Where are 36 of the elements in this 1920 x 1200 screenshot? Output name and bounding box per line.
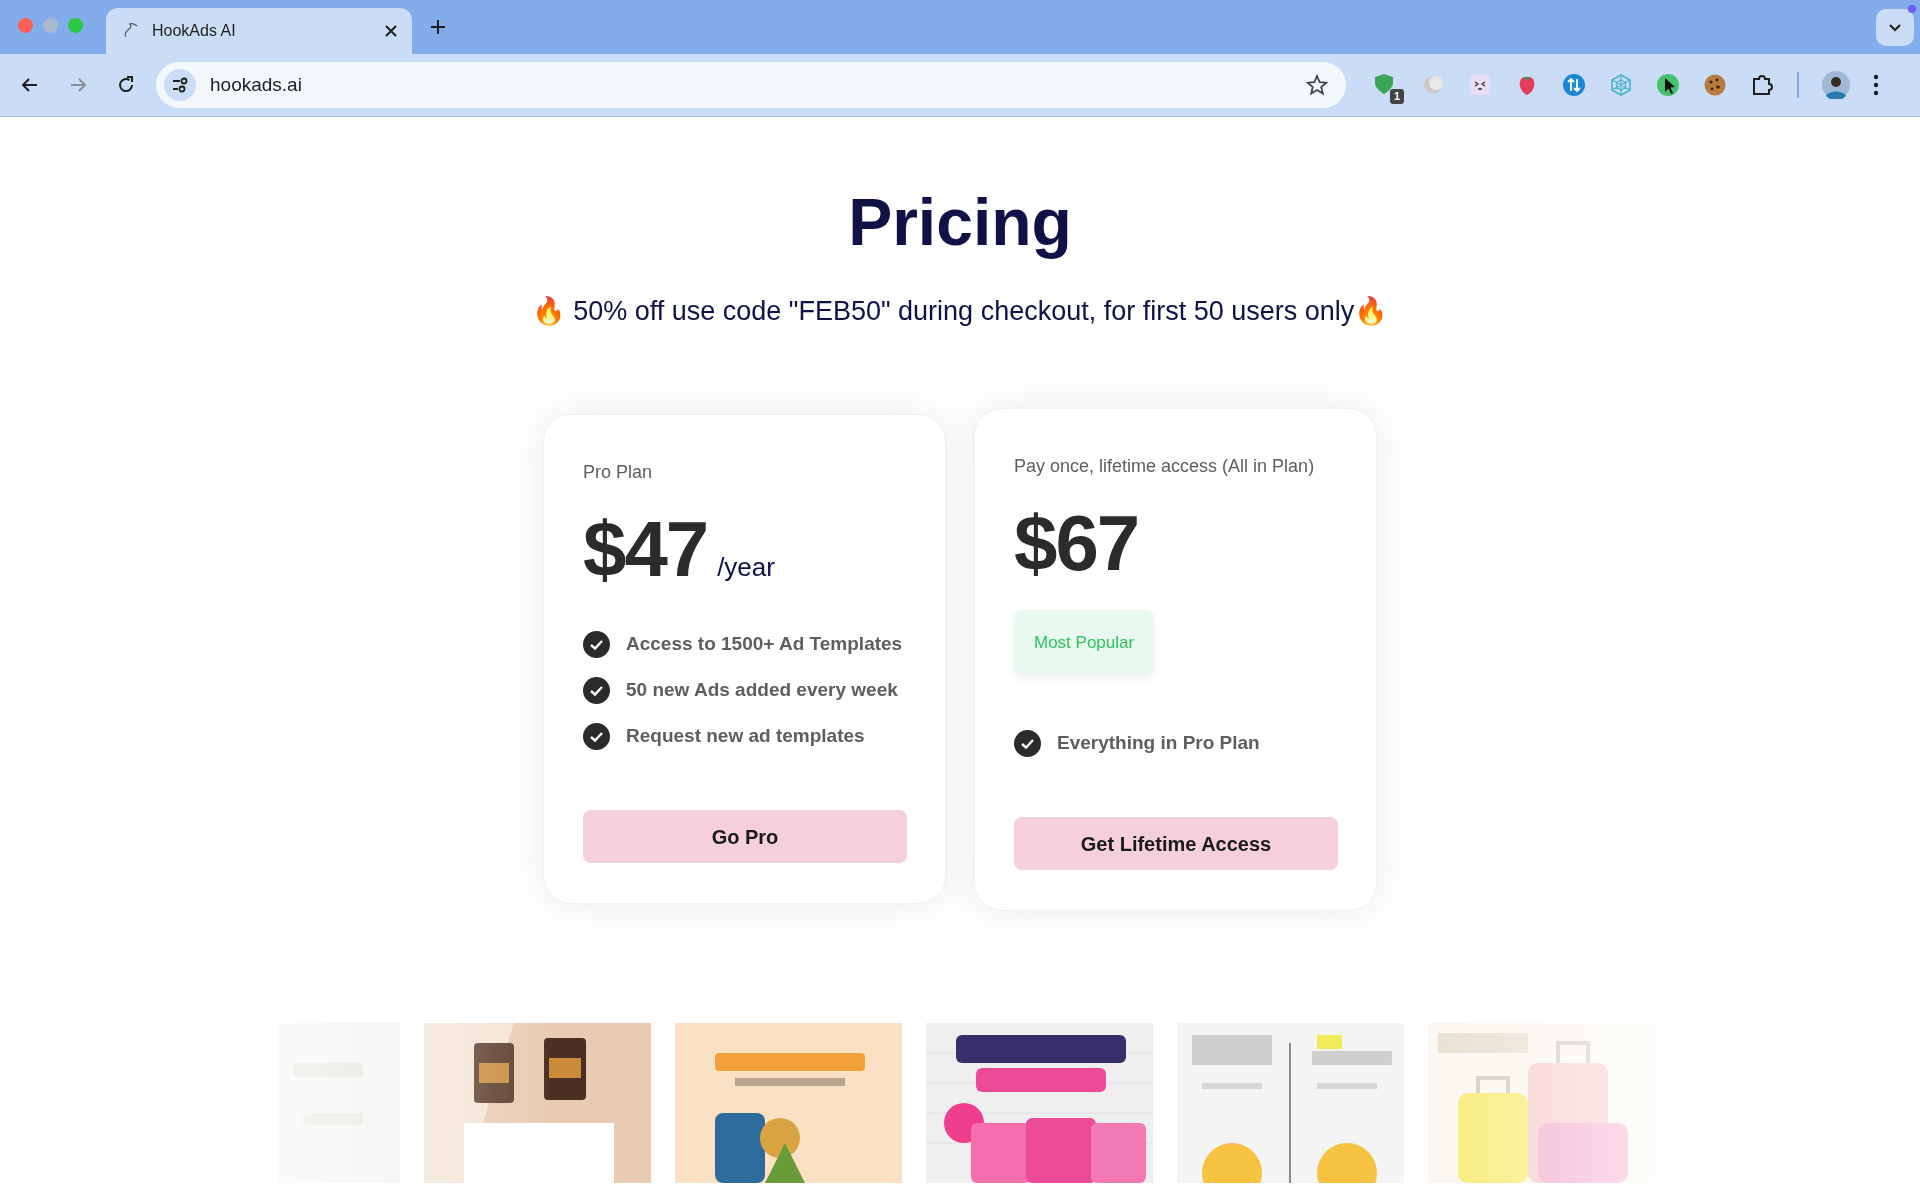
feature-text: Request new ad templates: [626, 724, 865, 749]
tab-title: HookAds AI: [152, 21, 237, 41]
menu-icon[interactable]: [1873, 74, 1879, 96]
browser-tab[interactable]: HookAds AI: [106, 8, 412, 54]
check-icon: [583, 630, 610, 658]
star-icon[interactable]: [1306, 74, 1328, 96]
popular-badge: Most Popular: [1014, 609, 1155, 675]
feature-text: Everything in Pro Plan: [1057, 731, 1260, 755]
plan-button[interactable]: Get Lifetime Access: [1014, 817, 1338, 870]
extension-badge: 1: [1389, 89, 1404, 104]
address-text: hookads.ai: [210, 72, 303, 97]
shield-extension-icon[interactable]: [1372, 72, 1396, 96]
price-period: /year: [717, 551, 775, 585]
close-icon[interactable]: [384, 24, 398, 38]
site-settings-icon[interactable]: [164, 69, 196, 101]
check-icon: [583, 722, 610, 750]
plan-name: Pay once, lifetime access (All in Plan): [1014, 454, 1315, 478]
check-icon: [1014, 729, 1041, 757]
chevron-down-icon: [1888, 23, 1902, 32]
profile-avatar-icon[interactable]: [1822, 71, 1850, 99]
reload-icon[interactable]: [116, 75, 136, 95]
face-extension-icon[interactable]: [1468, 73, 1492, 97]
plan-price: $47: [583, 510, 708, 589]
arrows-extension-icon[interactable]: [1562, 73, 1586, 97]
cursor-extension-icon[interactable]: [1656, 73, 1680, 97]
plan-button[interactable]: Go Pro: [583, 810, 907, 864]
feature-text: Access to 1500+ Ad Templates: [626, 632, 903, 657]
check-icon: [583, 676, 610, 704]
feature-text: 50 new Ads added every week: [626, 678, 898, 703]
plan-name: Pro Plan: [583, 461, 653, 485]
puzzle-icon[interactable]: [1750, 73, 1774, 97]
new-tab-icon[interactable]: [430, 19, 446, 35]
plan-price: $67: [1014, 503, 1139, 582]
address-bar[interactable]: hookads.ai: [156, 62, 1346, 108]
cookie-extension-icon[interactable]: [1703, 73, 1727, 97]
promo-text: 🔥 50% off use code "FEB50" during checkout, for first 50 users only🔥: [531, 295, 1389, 328]
